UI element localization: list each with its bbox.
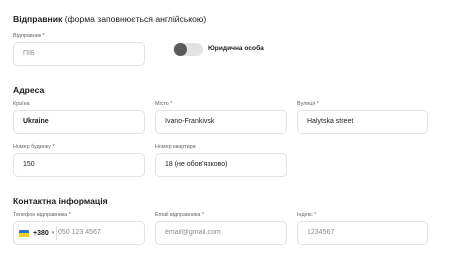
country-box[interactable] xyxy=(13,110,145,134)
house-number-label: Номер будинку * xyxy=(13,144,55,150)
apartment-input[interactable] xyxy=(165,154,280,176)
city-label: Місто * xyxy=(155,101,173,107)
legal-entity-toggle[interactable] xyxy=(173,43,203,56)
ukraine-flag-icon xyxy=(19,229,29,237)
contact-section-title: Контактна інформація xyxy=(13,196,108,206)
email-input[interactable] xyxy=(165,222,280,244)
zip-box[interactable] xyxy=(297,221,428,245)
country-input[interactable] xyxy=(23,111,138,133)
chevron-down-icon: ▾ xyxy=(51,230,55,236)
street-box[interactable] xyxy=(297,110,428,134)
sender-title: Відправник xyxy=(13,14,63,24)
city-field: Місто * xyxy=(155,101,287,135)
house-number-box[interactable] xyxy=(13,153,145,177)
house-number-input[interactable] xyxy=(23,154,138,176)
apartment-field: Номер квартири xyxy=(155,144,287,178)
street-input[interactable] xyxy=(307,111,421,133)
dial-code: +380 xyxy=(33,229,49,237)
sender-section-title: Відправник (форма заповнюється англійськ… xyxy=(13,14,206,24)
sender-name-box[interactable] xyxy=(13,42,145,66)
email-box[interactable] xyxy=(155,221,287,245)
phone-label: Телефон відправника * xyxy=(13,212,71,218)
phone-field: Телефон відправника * +380 ▾ xyxy=(13,212,145,246)
sender-name-field: Відправник * xyxy=(13,33,145,67)
house-number-field: Номер будинку * xyxy=(13,144,145,178)
apartment-box[interactable] xyxy=(155,153,287,177)
city-box[interactable] xyxy=(155,110,287,134)
zip-input[interactable] xyxy=(307,222,421,244)
legal-entity-toggle-knob xyxy=(174,43,187,56)
country-code-selector[interactable]: +380 ▾ xyxy=(19,222,54,244)
sender-name-label: Відправник * xyxy=(13,33,45,39)
phone-box[interactable]: +380 ▾ xyxy=(13,221,145,245)
address-section-title: Адреса xyxy=(13,85,45,95)
zip-label: Індекс * xyxy=(297,212,317,218)
email-label: Email відправника * xyxy=(155,212,205,218)
street-field: Вулиця * xyxy=(297,101,428,135)
email-field: Email відправника * xyxy=(155,212,287,246)
sender-name-input[interactable] xyxy=(23,43,138,65)
country-label: Країна xyxy=(13,101,30,107)
apartment-label: Номер квартири xyxy=(155,144,196,150)
street-label: Вулиця * xyxy=(297,101,319,107)
phone-input[interactable] xyxy=(58,222,138,244)
legal-entity-label: Юридична особа xyxy=(208,45,264,52)
zip-field: Індекс * xyxy=(297,212,428,246)
sender-form-page: Відправник (форма заповнюється англійськ… xyxy=(0,0,453,259)
city-input[interactable] xyxy=(165,111,280,133)
phone-divider xyxy=(56,226,57,240)
sender-title-note: (форма заповнюється англійською) xyxy=(62,14,207,24)
country-field: Країна xyxy=(13,101,145,135)
